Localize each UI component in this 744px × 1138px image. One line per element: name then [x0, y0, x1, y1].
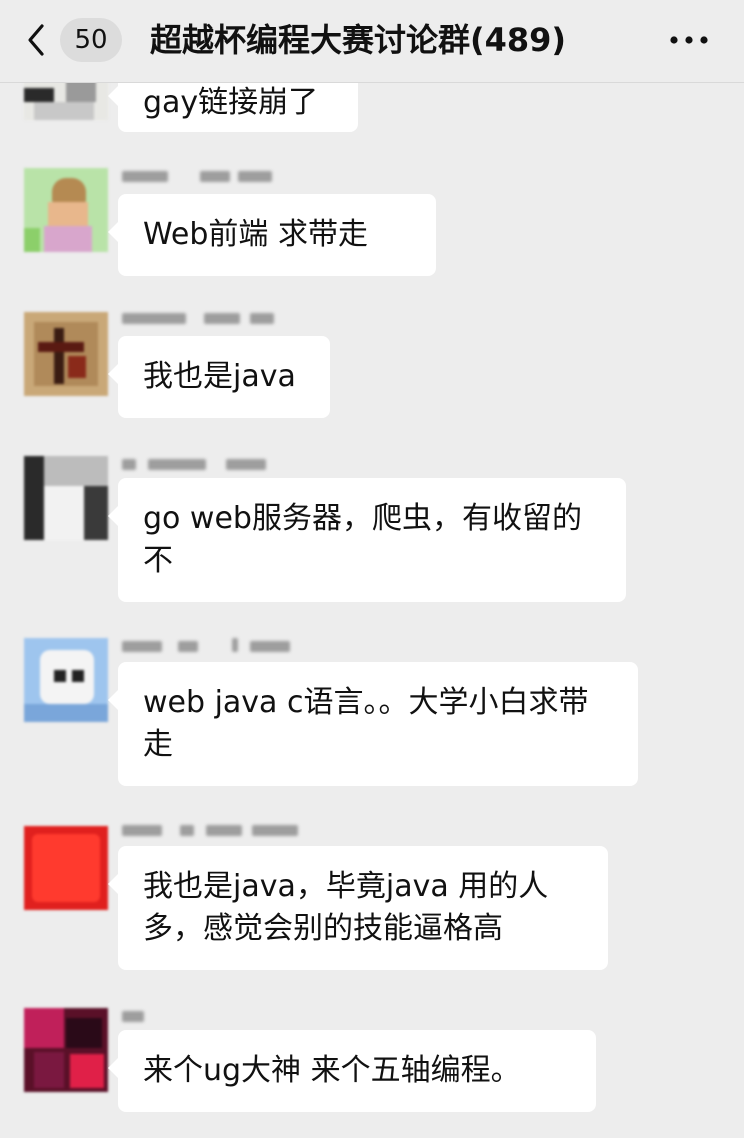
sender-nickname [120, 638, 320, 654]
avatar[interactable] [24, 638, 108, 722]
avatar[interactable] [24, 1008, 108, 1092]
sender-nickname [120, 1008, 320, 1024]
message-text: 我也是java [143, 359, 296, 394]
sender-nickname [120, 456, 320, 472]
message-text: go web服务器，爬虫，有收留的不 [143, 501, 582, 578]
avatar[interactable] [24, 826, 108, 910]
chat-title: 超越杯编程大赛讨论群(489) [150, 21, 567, 59]
sender-nickname [120, 168, 320, 184]
message-text: web java c语言。。大学小白求带走 [143, 685, 589, 762]
back-button[interactable] [22, 20, 54, 60]
message-bubble[interactable]: 来个ug大神 来个五轴编程。 [108, 1030, 596, 1112]
chevron-left-icon [28, 24, 44, 56]
sender-nickname [120, 822, 320, 838]
message-bubble[interactable]: web java c语言。。大学小白求带走 [108, 662, 638, 786]
avatar[interactable] [24, 168, 108, 252]
more-options-button[interactable] [662, 22, 718, 58]
more-dots-icon [670, 36, 708, 44]
message-text: 来个ug大神 来个五轴编程。 [143, 1053, 521, 1088]
message-bubble[interactable]: go web服务器，爬虫，有收留的不 [108, 478, 626, 602]
unread-count-badge[interactable]: 50 [60, 18, 122, 62]
message-text: 我也是java，毕竟java 用的人多，感觉会别的技能逼格高 [143, 869, 549, 946]
avatar[interactable] [24, 456, 108, 540]
avatar[interactable] [24, 312, 108, 396]
message-text: gay链接崩了 [143, 85, 319, 120]
sender-nickname [120, 310, 320, 326]
message-bubble[interactable]: Web前端 求带走 [108, 194, 436, 276]
message-bubble[interactable]: 我也是java [108, 336, 330, 418]
message-text: Web前端 求带走 [143, 217, 368, 252]
chat-header: 50 超越杯编程大赛讨论群(489) [0, 0, 744, 83]
message-bubble[interactable]: 我也是java，毕竟java 用的人多，感觉会别的技能逼格高 [108, 846, 608, 970]
